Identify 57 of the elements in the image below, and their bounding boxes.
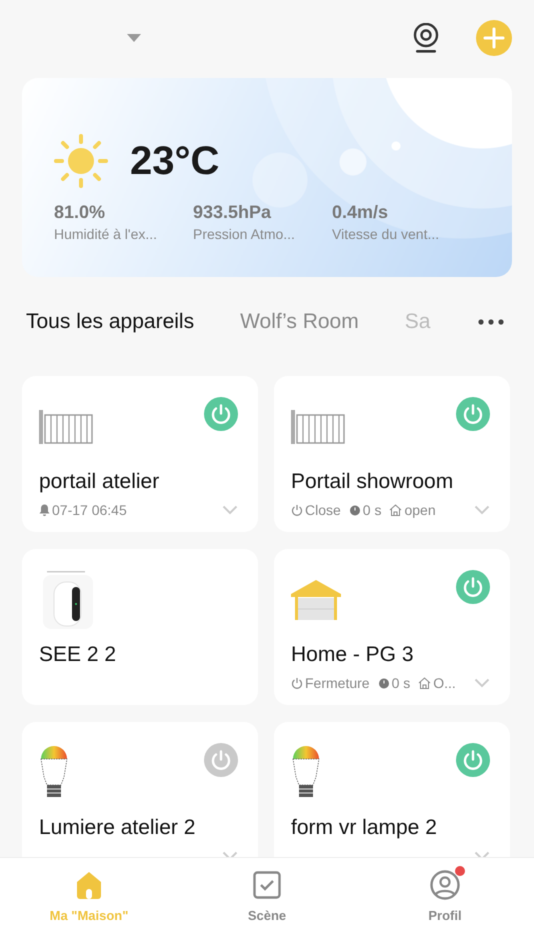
home-icon xyxy=(418,677,432,689)
nav-tab[interactable]: Profil xyxy=(356,858,534,950)
device-name: Portail showroom xyxy=(291,470,454,494)
timer-icon xyxy=(348,504,361,516)
garage-icon xyxy=(291,580,341,620)
stat-value: 933.5hPa xyxy=(193,202,272,223)
add-button[interactable] xyxy=(476,20,512,56)
stat-label: Humidité à l'ex... xyxy=(54,226,158,242)
device-card[interactable]: SEE 2 2 xyxy=(22,549,258,705)
bulb-icon xyxy=(291,746,321,800)
device-card[interactable]: form vr lampe 2 xyxy=(274,722,510,857)
chevron-down-icon[interactable] xyxy=(222,505,238,515)
status-text: Fermeture xyxy=(305,675,370,691)
stat-value: 81.0% xyxy=(54,202,106,223)
device-card[interactable]: Lumiere atelier 2 xyxy=(22,722,258,857)
device-name: form vr lampe 2 xyxy=(291,816,438,840)
device-name: Home - PG 3 xyxy=(291,643,415,667)
power-button[interactable] xyxy=(204,397,238,431)
stat-label: Pression Atmo... xyxy=(193,226,296,242)
device-name: portail atelier xyxy=(39,470,160,494)
home-icon xyxy=(389,504,402,516)
status-text: O... xyxy=(433,675,456,691)
status-text: open xyxy=(404,502,436,518)
temperature: 23°C xyxy=(130,138,220,184)
profile-icon xyxy=(430,870,460,900)
dropdown-caret-icon[interactable] xyxy=(127,34,141,43)
device-card[interactable]: Portail showroom Close 0 s open xyxy=(274,376,510,532)
device-card[interactable]: Home - PG 3 Fermeture 0 s O... xyxy=(274,549,510,705)
status-text: 0 s xyxy=(392,675,410,691)
stat-label: Vitesse du vent... xyxy=(332,226,440,242)
camera-icon[interactable] xyxy=(413,22,439,52)
power-button[interactable] xyxy=(456,397,490,431)
nav-tab[interactable]: Scène xyxy=(178,858,356,950)
gate-icon xyxy=(291,410,345,444)
device-name: Lumiere atelier 2 xyxy=(39,816,196,840)
power-button[interactable] xyxy=(456,570,490,604)
sun-icon xyxy=(54,134,108,188)
home-icon xyxy=(74,871,104,899)
chevron-down-icon[interactable] xyxy=(474,505,490,515)
stat-value: 0.4m/s xyxy=(332,202,390,223)
more-icon[interactable] xyxy=(478,319,504,325)
chevron-down-icon[interactable] xyxy=(474,678,490,688)
power-button[interactable] xyxy=(204,743,238,777)
status-text: Close xyxy=(305,502,341,518)
device-name: SEE 2 2 xyxy=(39,643,118,667)
bell-icon xyxy=(39,504,50,516)
gate-icon xyxy=(39,410,93,444)
timer-icon xyxy=(378,677,390,689)
power-icon xyxy=(291,504,303,516)
status-text: 07-17 06:45 xyxy=(52,502,127,518)
device-card[interactable]: portail atelier 07-17 06:45 xyxy=(22,376,258,532)
power-icon xyxy=(291,677,303,689)
status-text: 0 s xyxy=(362,502,382,518)
bulb-icon xyxy=(39,746,69,800)
power-button[interactable] xyxy=(456,743,490,777)
room-tab[interactable]: Tous les appareils xyxy=(26,310,194,334)
checkbox-icon xyxy=(253,871,281,899)
